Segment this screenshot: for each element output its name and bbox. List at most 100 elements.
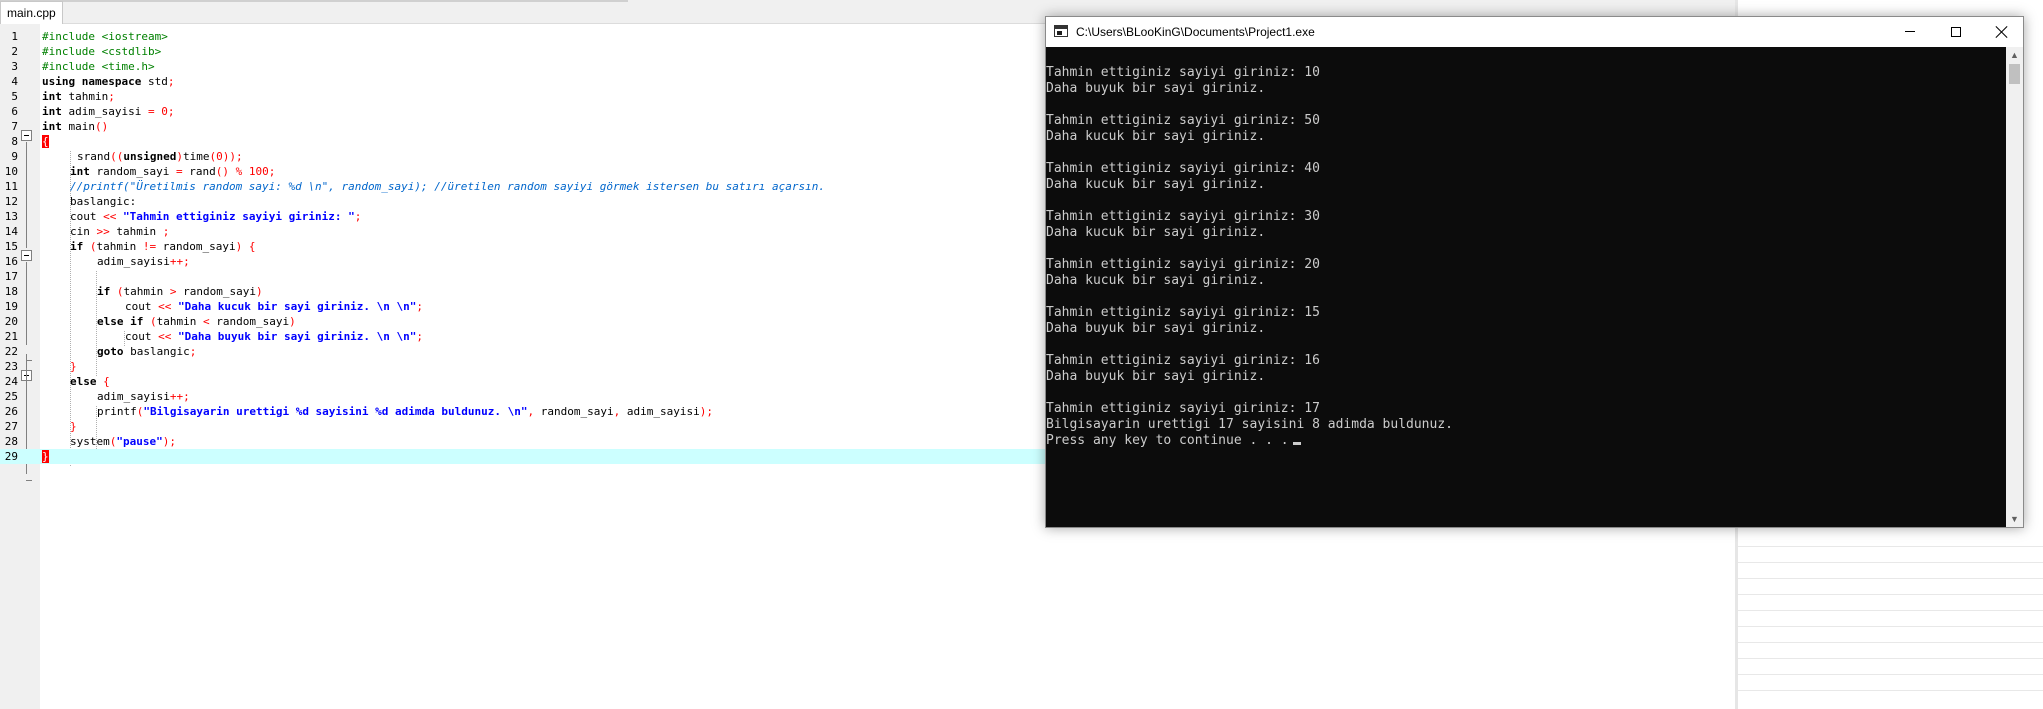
code-string: "Bilgisayarin urettigi %d sayisini %d ad… <box>143 405 528 418</box>
console-line: Tahmin ettiginiz sayiyi giriniz: 40 <box>1046 161 1320 176</box>
line-number: 24 <box>4 375 18 388</box>
code-token: ++; <box>169 255 190 268</box>
console-window[interactable]: C:\Users\BLooKinG\Documents\Project1.exe… <box>1045 16 2024 528</box>
code-token: using namespace <box>42 75 142 88</box>
console-output-area[interactable]: Tahmin ettiginiz sayiyi giriniz: 10 Daha… <box>1046 47 2006 527</box>
minimize-button[interactable] <box>1887 17 1933 47</box>
close-button[interactable] <box>1979 17 2025 47</box>
scroll-thumb[interactable] <box>2009 64 2020 84</box>
code-token: cout <box>70 210 104 223</box>
line-number: 17 <box>4 270 18 283</box>
line-number: 23 <box>4 360 18 373</box>
code-token: ; <box>268 165 276 178</box>
console-line: Daha kucuk bir sayi giriniz. <box>1046 177 1266 192</box>
console-line: Daha kucuk bir sayi giriniz. <box>1046 273 1266 288</box>
code-token: < <box>202 315 210 328</box>
code-token: } <box>42 450 49 463</box>
maximize-icon <box>1951 27 1961 37</box>
code-token: ; <box>189 345 197 358</box>
code-string: "pause" <box>116 435 163 448</box>
panel-rule <box>1738 642 2043 643</box>
code-token: int <box>70 165 90 178</box>
panel-rule <box>1738 610 2043 611</box>
code-token: goto <box>97 345 124 358</box>
code-token: ) <box>176 150 183 163</box>
console-app-icon <box>1054 25 1068 37</box>
code-token: ; <box>108 90 115 103</box>
console-line: Daha buyuk bir sayi giriniz. <box>1046 81 1266 96</box>
panel-rule <box>1738 690 2043 691</box>
code-token: std <box>141 75 168 88</box>
minimize-icon <box>1905 31 1915 32</box>
code-token: random_sayi <box>156 240 236 253</box>
code-token: if <box>97 285 111 298</box>
console-line: Tahmin ettiginiz sayiyi giriniz: 50 <box>1046 113 1320 128</box>
code-token: tahmin <box>156 315 203 328</box>
maximize-button[interactable] <box>1933 17 1979 47</box>
line-number: 11 <box>4 180 18 193</box>
code-token: ) <box>255 285 263 298</box>
close-icon <box>1995 25 2009 39</box>
line-number: 18 <box>4 285 18 298</box>
panel-rule <box>1738 546 2043 547</box>
code-token: != <box>142 240 157 253</box>
console-line: Tahmin ettiginiz sayiyi giriniz: 20 <box>1046 257 1320 272</box>
code-token: ; <box>354 210 362 223</box>
line-number: 8 <box>11 135 18 148</box>
line-number: 7 <box>11 120 18 133</box>
code-token: baslangic <box>123 345 190 358</box>
code-token: { <box>103 375 110 388</box>
scroll-up-icon[interactable]: ▲ <box>2009 51 2020 60</box>
code-token: int <box>42 90 62 103</box>
code-token: random_sayi <box>209 315 290 328</box>
code-token: () <box>215 165 229 178</box>
console-titlebar[interactable]: C:\Users\BLooKinG\Documents\Project1.exe <box>1046 17 2023 47</box>
line-number: 10 <box>4 165 18 178</box>
console-line: Daha buyuk bir sayi giriniz. <box>1046 369 1266 384</box>
code-token: ; <box>162 225 170 238</box>
scroll-down-icon[interactable]: ▼ <box>2009 515 2020 524</box>
code-token: ; <box>416 300 424 313</box>
console-line: Tahmin ettiginiz sayiyi giriniz: 30 <box>1046 209 1320 224</box>
code-token: cout <box>125 300 159 313</box>
code-token: random_sayi <box>176 285 256 298</box>
console-line: Daha kucuk bir sayi giriniz. <box>1046 129 1266 144</box>
code-token: else <box>70 375 97 388</box>
console-line: Press any key to continue . . . <box>1046 433 1289 448</box>
code-token: adim_sayisi <box>61 105 148 118</box>
code-token: } <box>70 420 77 433</box>
code-token: ); <box>162 435 176 448</box>
console-line: Tahmin ettiginiz sayiyi giriniz: 10 <box>1046 65 1320 80</box>
console-title: C:\Users\BLooKinG\Documents\Project1.exe <box>1076 25 1315 39</box>
code-token: cin <box>70 225 97 238</box>
code-token: random_sayi <box>89 165 176 178</box>
code-token: 0 <box>216 150 223 163</box>
code-token: system <box>70 435 110 448</box>
code-token: )); <box>222 150 243 163</box>
code-token: ( <box>116 285 124 298</box>
code-token: ; <box>167 105 175 118</box>
line-number: 20 <box>4 315 18 328</box>
fold-end-marker <box>26 480 32 481</box>
console-scrollbar[interactable]: ▲ ▼ <box>2006 47 2023 527</box>
line-number: 19 <box>4 300 18 313</box>
code-token: ) <box>289 315 296 328</box>
panel-rule <box>1738 562 2043 563</box>
code-token: ); <box>699 405 713 418</box>
code-token: srand <box>77 150 111 163</box>
console-line: Tahmin ettiginiz sayiyi giriniz: 16 <box>1046 353 1320 368</box>
code-token: if <box>70 240 84 253</box>
code-token: random_sayi <box>534 405 614 418</box>
code-token: int <box>42 105 62 118</box>
code-token: tahmin <box>109 225 163 238</box>
code-token: } <box>70 360 77 373</box>
tab-main-cpp[interactable]: main.cpp <box>0 1 63 24</box>
code-comment: //printf("Üretilmis random sayi: %d \n",… <box>70 180 825 193</box>
line-number: 1 <box>11 30 18 43</box>
